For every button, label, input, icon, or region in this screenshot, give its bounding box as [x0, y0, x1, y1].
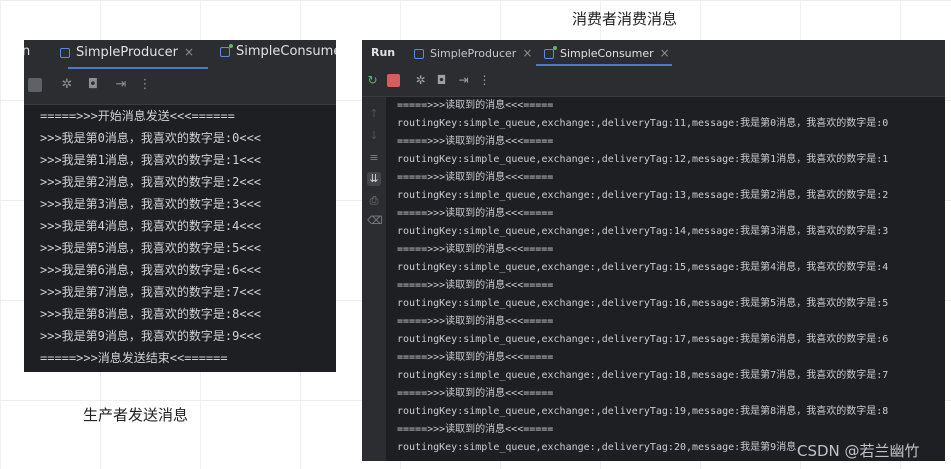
- consumer-toolbar: ↻ ✲ ◘ ⇥ ⋮: [362, 66, 945, 97]
- close-icon[interactable]: ×: [660, 46, 670, 60]
- console-line: =====>>>读取到的消息<<<=====: [397, 136, 554, 147]
- tab-simpleconsumer[interactable]: SimpleConsumer ×: [544, 40, 670, 66]
- soft-wrap-icon[interactable]: ≡: [367, 151, 381, 165]
- console-line: >>>我是第2消息，我喜欢的数字是:2<<<: [40, 175, 262, 189]
- console-line: >>>我是第4消息，我喜欢的数字是:4<<<: [40, 219, 262, 233]
- producer-caption: 生产者发送消息: [83, 406, 189, 424]
- tab-label: SimpleProducer: [76, 45, 178, 60]
- console-line: routingKey:simple_queue,exchange:,delive…: [397, 154, 889, 165]
- active-tab-indicator: [68, 67, 208, 69]
- run-label-partial[interactable]: n: [24, 40, 30, 70]
- tab-simpleproducer[interactable]: SimpleProducer ×: [414, 40, 532, 66]
- consumer-caption: 消费者消费消息: [572, 10, 678, 28]
- console-line: >>>我是第6消息，我喜欢的数字是:6<<<: [40, 263, 262, 277]
- console-line: =====>>>读取到的消息<<<=====: [397, 388, 554, 399]
- exit-icon[interactable]: ⇥: [457, 74, 470, 87]
- console-line: =====>>>读取到的消息<<<=====: [397, 280, 554, 291]
- console-line: =====>>>读取到的消息<<<=====: [397, 352, 554, 363]
- debug-bug-icon[interactable]: ✲: [414, 74, 427, 87]
- producer-toolbar: ✲ ◘ ⇥ ⋮: [24, 70, 336, 105]
- console-line: =====>>>开始消息发送<<<======: [40, 109, 235, 123]
- debug-bug-icon[interactable]: ✲: [60, 78, 74, 92]
- console-line: routingKey:simple_queue,exchange:,delive…: [397, 226, 889, 237]
- console-line: routingKey:simple_queue,exchange:,delive…: [397, 298, 889, 309]
- producer-tab-bar: n SimpleProducer × SimpleConsume: [24, 40, 336, 70]
- more-icon[interactable]: ⋮: [138, 78, 152, 92]
- console-line: routingKey:simple_queue,exchange:,delive…: [397, 262, 889, 273]
- tab-label: SimpleConsumer: [560, 47, 654, 60]
- run-config-icon: [544, 46, 557, 59]
- tab-simpleproducer[interactable]: SimpleProducer ×: [60, 40, 194, 70]
- console-line: routingKey:simple_queue,exchange:,delive…: [397, 370, 889, 381]
- console-line: =====>>>读取到的消息<<<=====: [397, 172, 554, 183]
- scroll-down-icon[interactable]: ↓: [367, 129, 381, 143]
- scroll-up-icon[interactable]: ↑: [367, 107, 381, 121]
- console-line: routingKey:simple_queue,exchange:,delive…: [397, 406, 889, 417]
- stop-icon[interactable]: [387, 74, 400, 87]
- console-line: >>>我是第0消息，我喜欢的数字是:0<<<: [40, 131, 262, 145]
- console-line: =====>>>读取到的消息<<<=====: [397, 424, 554, 435]
- trash-icon[interactable]: ⌫: [367, 214, 383, 228]
- run-config-icon: [414, 49, 424, 59]
- run-config-icon: [220, 43, 233, 57]
- console-line: >>>我是第7消息，我喜欢的数字是:7<<<: [40, 285, 262, 299]
- console-line: =====>>>读取到的消息<<<=====: [397, 244, 554, 255]
- console-line: =====>>>读取到的消息<<<=====: [397, 208, 554, 219]
- producer-console-output: =====>>>开始消息发送<<<====== >>>我是第0消息，我喜欢的数字…: [40, 105, 261, 369]
- tab-label: SimpleConsume: [236, 44, 336, 59]
- consumer-tab-bar: Run SimpleProducer × SimpleConsumer ×: [362, 40, 945, 66]
- more-icon[interactable]: ⋮: [478, 74, 491, 87]
- console-line: >>>我是第1消息，我喜欢的数字是:1<<<: [40, 153, 262, 167]
- console-line: =====>>>消息发送结束<<======: [40, 351, 228, 365]
- tab-label: SimpleProducer: [430, 47, 517, 60]
- console-line: >>>我是第5消息，我喜欢的数字是:5<<<: [40, 241, 262, 255]
- run-label[interactable]: Run: [371, 40, 395, 66]
- stop-icon[interactable]: [28, 78, 42, 92]
- camera-icon[interactable]: ◘: [86, 78, 100, 92]
- console-line: >>>我是第9消息，我喜欢的数字是:9<<<: [40, 329, 262, 343]
- rerun-icon[interactable]: ↻: [366, 74, 379, 87]
- consumer-console-output: =====>>>读取到的消息<<<===== routingKey:simple…: [397, 97, 888, 457]
- console-line: >>>我是第8消息，我喜欢的数字是:8<<<: [40, 307, 262, 321]
- producer-run-panel: n SimpleProducer × SimpleConsume ✲ ◘ ⇥ ⋮ …: [24, 40, 336, 372]
- exit-icon[interactable]: ⇥: [114, 78, 128, 92]
- console-line: routingKey:simple_queue,exchange:,delive…: [397, 118, 889, 129]
- close-icon[interactable]: ×: [522, 46, 532, 60]
- run-config-icon: [60, 47, 70, 58]
- console-line: =====>>>读取到的消息<<<=====: [397, 316, 554, 327]
- console-line: =====>>>读取到的消息<<<=====: [397, 100, 554, 111]
- tab-simpleconsumer[interactable]: SimpleConsume: [220, 40, 336, 70]
- console-line: routingKey:simple_queue,exchange:,delive…: [397, 190, 889, 201]
- consumer-run-panel: Run SimpleProducer × SimpleConsumer × ↻ ✲ …: [362, 40, 945, 461]
- scroll-to-end-icon[interactable]: ⇊: [367, 172, 381, 186]
- csdn-watermark: CSDN @若兰幽竹: [797, 442, 920, 460]
- print-icon[interactable]: ⎙: [367, 194, 381, 208]
- camera-icon[interactable]: ◘: [435, 74, 448, 87]
- console-side-toolbar: ↑ ↓ ≡ ⇊ ⎙ ⌫: [362, 97, 386, 461]
- console-line: routingKey:simple_queue,exchange:,delive…: [397, 334, 889, 345]
- close-icon[interactable]: ×: [184, 45, 194, 59]
- console-line: >>>我是第3消息，我喜欢的数字是:3<<<: [40, 197, 262, 211]
